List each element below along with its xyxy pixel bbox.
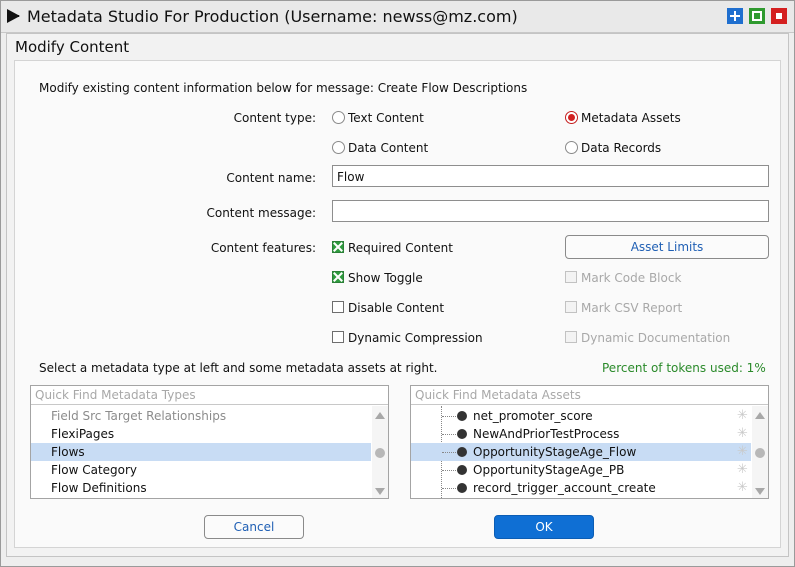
show-toggle-checkbox[interactable]	[332, 271, 344, 283]
mark-csv-report-label: Mark CSV Report	[581, 301, 683, 315]
metadata-types-search-input[interactable]: Quick Find Metadata Types	[31, 386, 388, 405]
select-hint-text: Select a metadata type at left and some …	[39, 361, 438, 375]
dynamic-documentation-checkbox	[565, 331, 577, 343]
radio-data-content[interactable]	[332, 141, 345, 154]
content-name-input[interactable]: Flow	[332, 165, 769, 187]
scroll-up-icon[interactable]	[375, 412, 385, 419]
required-content-label[interactable]: Required Content	[348, 241, 453, 255]
list-item-label: net_promoter_score	[473, 409, 593, 423]
scroll-up-icon[interactable]	[755, 412, 765, 419]
app-window: Metadata Studio For Production (Username…	[0, 0, 795, 567]
panel-title: Modify Content	[15, 38, 130, 56]
radio-metadata-assets[interactable]	[565, 111, 578, 124]
scroll-thumb[interactable]	[375, 448, 385, 458]
tree-branch	[442, 488, 456, 489]
form-area: Modify existing content information belo…	[14, 60, 781, 548]
list-item-selected[interactable]: Flows	[31, 443, 371, 461]
required-content-checkbox[interactable]	[332, 241, 344, 253]
bullet-icon	[457, 465, 467, 475]
sparkle-icon[interactable]: ✳	[737, 407, 748, 425]
list-item-selected[interactable]: OpportunityStageAge_Flow ✳	[411, 443, 751, 461]
radio-metadata-assets-label[interactable]: Metadata Assets	[581, 111, 681, 125]
cancel-button[interactable]: Cancel	[204, 515, 304, 539]
disable-content-checkbox[interactable]	[332, 301, 344, 313]
content-name-label: Content name:	[226, 171, 316, 185]
asset-limits-button[interactable]: Asset Limits	[565, 235, 769, 259]
window-title: Metadata Studio For Production (Username…	[27, 7, 518, 26]
list-item-label: FlexiPages	[51, 427, 115, 441]
content-features-label: Content features:	[210, 241, 316, 255]
content-type-label: Content type:	[233, 111, 316, 125]
dynamic-compression-label[interactable]: Dynamic Compression	[348, 331, 483, 345]
tree-branch	[442, 434, 456, 435]
list-item[interactable]: record_trigger_account_create ✳	[411, 479, 751, 497]
stop-icon[interactable]	[771, 8, 787, 24]
tree-branch	[442, 470, 456, 471]
app-arrow-icon	[7, 9, 20, 23]
bullet-icon	[457, 411, 467, 421]
list-item-label: OpportunityStageAge_PB	[473, 463, 625, 477]
bullet-icon	[457, 483, 467, 493]
sparkle-icon[interactable]: ✳	[737, 443, 748, 461]
list-item-label: NewAndPriorTestProcess	[473, 427, 620, 441]
modify-content-panel: Modify Content Modify existing content i…	[6, 33, 789, 557]
tree-branch	[442, 416, 456, 417]
list-item[interactable]: NewAndPriorTestProcess ✳	[411, 425, 751, 443]
list-item[interactable]: FlexiPages	[31, 425, 371, 443]
list-item[interactable]: Flow Definitions	[31, 479, 371, 497]
list-item[interactable]: OpportunityStageAge_PB ✳	[411, 461, 751, 479]
mark-csv-report-checkbox	[565, 301, 577, 313]
content-message-input[interactable]	[332, 200, 769, 222]
maximize-icon[interactable]	[749, 8, 765, 24]
radio-data-content-label[interactable]: Data Content	[348, 141, 428, 155]
list-item-label: record_trigger_account_create	[473, 481, 656, 495]
tokens-used-text: Percent of tokens used: 1%	[602, 361, 766, 375]
mark-code-block-checkbox	[565, 271, 577, 283]
scroll-thumb[interactable]	[755, 448, 765, 458]
list-item[interactable]: Field Src Target Relationships	[31, 407, 371, 425]
assets-scrollbar[interactable]	[752, 406, 768, 498]
scroll-down-icon[interactable]	[755, 488, 765, 495]
sparkle-icon[interactable]: ✳	[737, 479, 748, 497]
list-item-label: Flows	[51, 445, 85, 459]
list-item-label: Flow Definitions	[51, 481, 147, 495]
disable-content-label[interactable]: Disable Content	[348, 301, 444, 315]
radio-text-content[interactable]	[332, 111, 345, 124]
sparkle-icon[interactable]: ✳	[737, 461, 748, 479]
ok-button[interactable]: OK	[494, 515, 594, 539]
dynamic-compression-checkbox[interactable]	[332, 331, 344, 343]
types-scrollbar[interactable]	[372, 406, 388, 498]
list-item-label: OpportunityStageAge_Flow	[473, 445, 637, 459]
show-toggle-label[interactable]: Show Toggle	[348, 271, 423, 285]
metadata-assets-search-input[interactable]: Quick Find Metadata Assets	[411, 386, 768, 405]
bullet-icon	[457, 447, 467, 457]
plus-icon[interactable]	[727, 8, 743, 24]
bullet-icon	[457, 429, 467, 439]
list-item[interactable]: net_promoter_score ✳	[411, 407, 751, 425]
radio-data-records-label[interactable]: Data Records	[581, 141, 661, 155]
list-item[interactable]: Flow Category	[31, 461, 371, 479]
metadata-assets-list: Quick Find Metadata Assets net_promoter_…	[410, 385, 769, 499]
list-item-label: Field Src Target Relationships	[51, 409, 227, 423]
radio-data-records[interactable]	[565, 141, 578, 154]
radio-text-content-label[interactable]: Text Content	[348, 111, 424, 125]
intro-text: Modify existing content information belo…	[39, 81, 528, 95]
mark-code-block-label: Mark Code Block	[581, 271, 682, 285]
sparkle-icon[interactable]: ✳	[737, 425, 748, 443]
tree-branch	[442, 452, 456, 453]
dynamic-documentation-label: Dynamic Documentation	[581, 331, 731, 345]
scroll-down-icon[interactable]	[375, 488, 385, 495]
title-bar: Metadata Studio For Production (Username…	[1, 1, 794, 33]
content-message-label: Content message:	[206, 206, 316, 220]
list-item-label: Flow Category	[51, 463, 138, 477]
metadata-types-list: Quick Find Metadata Types Field Src Targ…	[30, 385, 389, 499]
